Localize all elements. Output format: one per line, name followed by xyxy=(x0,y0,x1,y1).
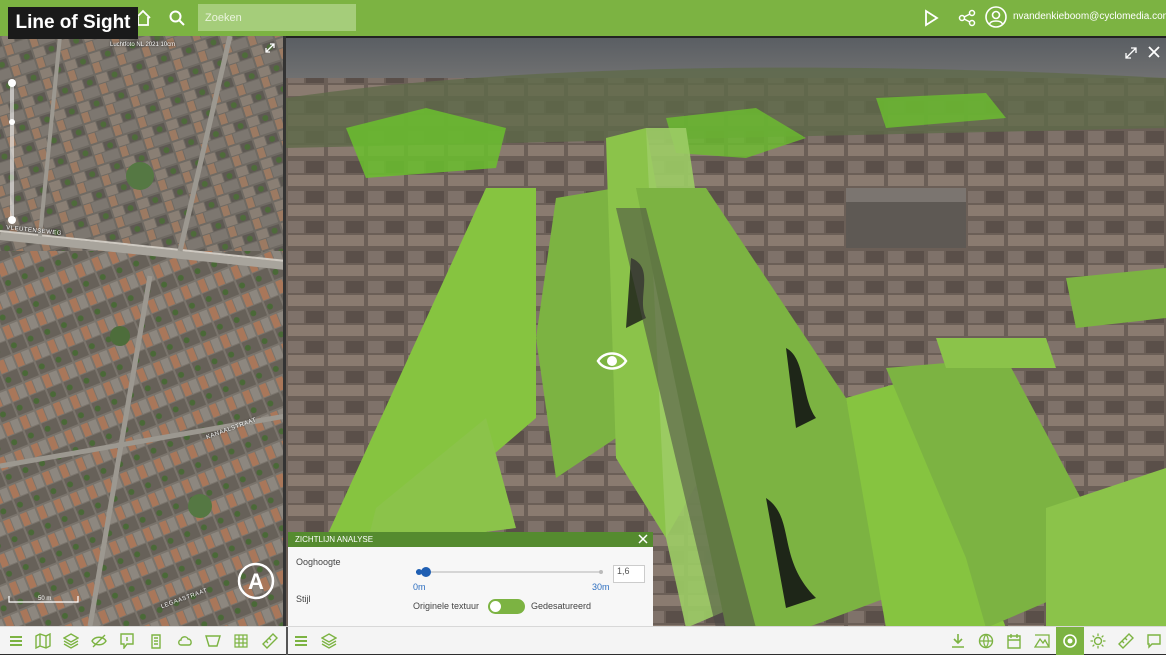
search-icon[interactable] xyxy=(168,9,186,27)
grid-icon[interactable] xyxy=(233,633,249,649)
eye-height-input[interactable]: 1,6 xyxy=(613,565,645,583)
slider-max-label: 30m xyxy=(592,582,610,592)
style-label: Stijl xyxy=(296,594,311,604)
chat-icon[interactable] xyxy=(1146,633,1162,649)
globe-icon[interactable] xyxy=(978,633,994,649)
eye-height-label: Ooghoogte xyxy=(296,557,341,567)
bottom-toolbar xyxy=(0,626,1166,655)
menu-icon[interactable] xyxy=(293,633,309,649)
close-icon[interactable] xyxy=(1146,44,1162,60)
fullscreen-icon[interactable] xyxy=(1124,46,1138,60)
toolbar-divider xyxy=(286,627,288,655)
eye-height-slider[interactable] xyxy=(416,571,602,573)
line-of-sight-dialog: ZICHTLIJN ANALYSE Ooghoogte 0m 30m 1,6 S… xyxy=(288,532,653,626)
annotation-icon[interactable] xyxy=(119,633,135,649)
layers-icon[interactable] xyxy=(321,633,337,649)
menu-icon[interactable] xyxy=(8,633,24,649)
user-icon[interactable] xyxy=(985,6,1007,28)
toggle-right-label: Gedesatureerd xyxy=(531,601,592,611)
style-toggle[interactable] xyxy=(488,599,525,614)
sun-icon[interactable] xyxy=(1090,633,1106,649)
page-title: Line of Sight xyxy=(8,7,138,39)
zoom-slider[interactable] xyxy=(7,78,17,226)
north-arrow-label: A xyxy=(248,569,264,594)
terrain-icon[interactable] xyxy=(1034,633,1050,649)
building-icon[interactable] xyxy=(148,633,164,649)
dialog-header: ZICHTLIJN ANALYSE xyxy=(288,532,653,547)
map-caption: Luchtfoto NL 2021 10cm xyxy=(110,42,176,48)
top-bar: nvandenkieboom@cyclomedia.com ▾ xyxy=(0,0,1166,36)
expand-icon[interactable] xyxy=(264,42,276,54)
observer-eye-icon[interactable] xyxy=(596,348,628,374)
3d-view-panel[interactable]: ZICHTLIJN ANALYSE Ooghoogte 0m 30m 1,6 S… xyxy=(286,36,1166,626)
close-icon[interactable] xyxy=(638,534,648,544)
user-name: nvandenkieboom@cyclomedia.com xyxy=(1013,11,1166,22)
user-menu[interactable]: nvandenkieboom@cyclomedia.com ▾ xyxy=(1013,11,1166,22)
eye-off-icon[interactable] xyxy=(91,633,107,649)
ruler-icon[interactable] xyxy=(1118,633,1134,649)
ruler-icon[interactable] xyxy=(262,633,278,649)
perspective-icon[interactable] xyxy=(205,633,221,649)
dialog-title: ZICHTLIJN ANALYSE xyxy=(295,535,374,544)
slider-end-dot xyxy=(599,570,603,574)
calendar-icon[interactable] xyxy=(1006,633,1022,649)
layers-icon[interactable] xyxy=(63,633,79,649)
viewshed-icon xyxy=(1063,634,1077,648)
cloud-icon[interactable] xyxy=(177,633,193,649)
north-arrow-icon[interactable]: A xyxy=(237,562,275,600)
toggle-knob xyxy=(490,601,501,612)
eye-height-slider-handle[interactable] xyxy=(421,567,431,577)
play-icon[interactable] xyxy=(923,9,939,27)
aerial-map[interactable] xyxy=(0,36,286,626)
search-input[interactable] xyxy=(198,4,356,31)
viewshed-tool-active[interactable] xyxy=(1056,627,1084,655)
share-icon[interactable] xyxy=(958,9,976,27)
scale-label: 50 m xyxy=(38,596,52,602)
download-icon[interactable] xyxy=(950,633,966,649)
map-icon[interactable] xyxy=(35,633,51,649)
aerial-map-panel[interactable]: Luchtfoto NL 2021 10cm VLEUTENSEWEG KANA… xyxy=(0,36,286,626)
toggle-left-label: Originele textuur xyxy=(413,601,480,611)
slider-min-label: 0m xyxy=(413,582,426,592)
